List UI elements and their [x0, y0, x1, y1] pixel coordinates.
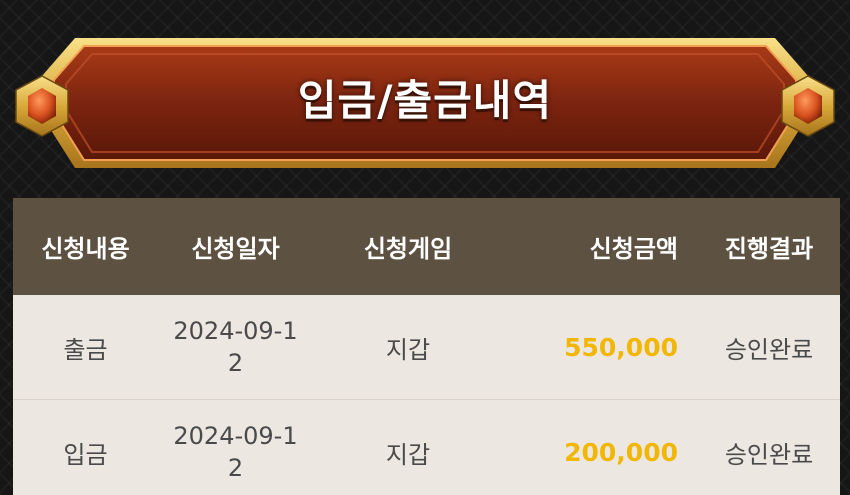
cell-result: 승인완료	[724, 440, 814, 469]
cell-type: 출금	[63, 335, 108, 364]
cell-game: 지갑	[385, 335, 431, 364]
cell-result: 승인완료	[724, 335, 814, 364]
column-header-type: 신청내용	[41, 235, 130, 263]
table-header: 신청내용 신청일자 신청게임 신청금액 진행결과	[13, 198, 840, 295]
column-header-result: 진행결과	[724, 235, 814, 263]
date-text: 2024-09-12	[173, 317, 298, 377]
cell-date: 2024-09-12	[158, 420, 313, 484]
title-banner: 입금/출금내역	[0, 30, 850, 180]
cell-game: 지갑	[385, 440, 431, 469]
cell-date: 2024-09-12	[158, 315, 313, 379]
table-body: 출금 2024-09-12 지갑 550,000 승인완료 입금 2024-09…	[13, 295, 840, 495]
cell-type: 입금	[63, 440, 108, 469]
table-row: 출금 2024-09-12 지갑 550,000 승인완료	[13, 295, 840, 399]
history-table: 신청내용 신청일자 신청게임 신청금액 진행결과 출금 2024-09-12 지…	[13, 198, 840, 495]
cell-amount: 200,000	[564, 437, 678, 467]
column-header-game: 신청게임	[363, 235, 453, 263]
column-header-date: 신청일자	[191, 235, 280, 263]
table-row: 입금 2024-09-12 지갑 200,000 승인완료	[13, 399, 840, 495]
date-text: 2024-09-12	[173, 422, 298, 482]
cell-amount: 550,000	[564, 332, 678, 362]
column-header-amount: 신청금액	[589, 235, 678, 263]
page-title: 입금/출금내역	[297, 76, 553, 125]
